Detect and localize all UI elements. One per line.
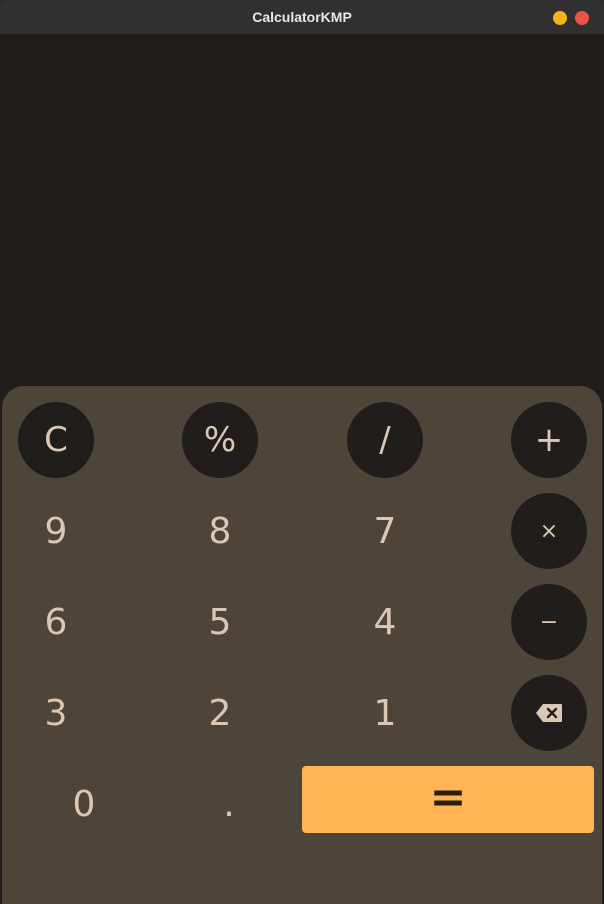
digit-1-button[interactable]: 1 bbox=[347, 675, 423, 751]
percent-button[interactable]: % bbox=[182, 402, 258, 478]
digit-0-button[interactable]: 0 bbox=[46, 766, 122, 842]
calculator-display bbox=[2, 35, 602, 385]
digit-3-button[interactable]: 3 bbox=[18, 675, 94, 751]
clear-button[interactable]: C bbox=[18, 402, 94, 478]
subtract-button[interactable]: − bbox=[511, 584, 587, 660]
equals-label: = bbox=[429, 772, 467, 823]
equals-button[interactable]: = bbox=[302, 766, 594, 833]
backspace-icon bbox=[536, 704, 562, 722]
digit-5-button[interactable]: 5 bbox=[182, 584, 258, 660]
divide-button[interactable]: / bbox=[347, 402, 423, 478]
decimal-button[interactable]: . bbox=[191, 766, 267, 842]
app-window: CalculatorKMP C % / + 9 8 7 × 6 5 4 − 3 … bbox=[0, 0, 604, 904]
add-button[interactable]: + bbox=[511, 402, 587, 478]
keypad: C % / + 9 8 7 × 6 5 4 − 3 2 1 0 . = bbox=[2, 386, 602, 904]
multiply-button[interactable]: × bbox=[511, 493, 587, 569]
digit-4-button[interactable]: 4 bbox=[347, 584, 423, 660]
window-title: CalculatorKMP bbox=[252, 9, 352, 25]
digit-2-button[interactable]: 2 bbox=[182, 675, 258, 751]
digit-7-button[interactable]: 7 bbox=[347, 493, 423, 569]
digit-9-button[interactable]: 9 bbox=[18, 493, 94, 569]
backspace-button[interactable] bbox=[511, 675, 587, 751]
close-button[interactable] bbox=[575, 11, 589, 25]
digit-8-button[interactable]: 8 bbox=[182, 493, 258, 569]
title-bar[interactable]: CalculatorKMP bbox=[0, 0, 604, 35]
digit-6-button[interactable]: 6 bbox=[18, 584, 94, 660]
minimize-button[interactable] bbox=[553, 11, 567, 25]
